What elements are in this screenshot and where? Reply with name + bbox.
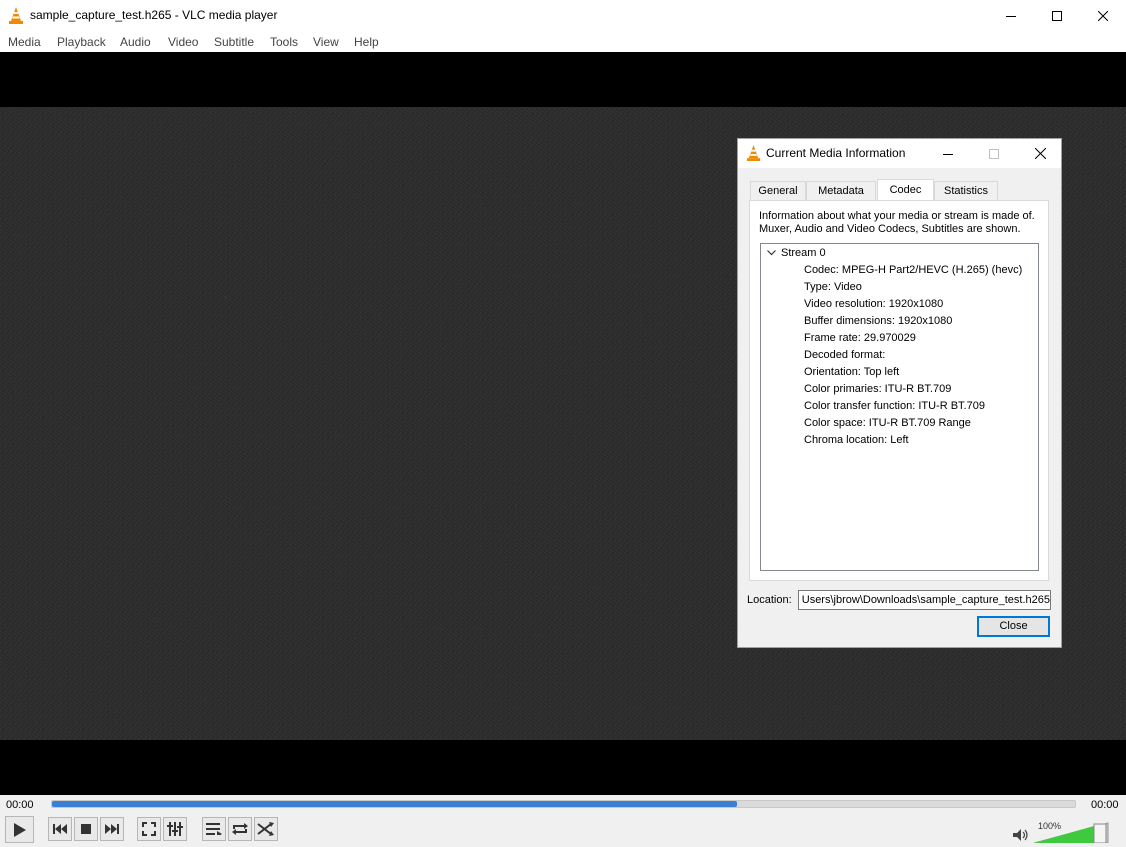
dialog-maximize-button bbox=[971, 139, 1017, 168]
seek-bar[interactable] bbox=[51, 800, 1076, 808]
previous-button[interactable] bbox=[48, 817, 72, 841]
tab-codec[interactable]: Codec bbox=[877, 179, 934, 201]
shuffle-icon bbox=[257, 822, 274, 836]
location-field[interactable]: Users\jbrow\Downloads\sample_capture_tes… bbox=[798, 590, 1051, 610]
extended-settings-button[interactable] bbox=[163, 817, 187, 841]
tab-metadata[interactable]: Metadata bbox=[806, 181, 876, 200]
tree-item-stream[interactable]: Stream 0 bbox=[767, 247, 826, 259]
tree-item-framerate[interactable]: Frame rate: 29.970029 bbox=[804, 332, 916, 344]
seek-progress bbox=[52, 801, 737, 807]
loop-icon bbox=[232, 823, 248, 835]
maximize-button[interactable] bbox=[1034, 0, 1080, 31]
dialog-title: Current Media Information bbox=[766, 146, 906, 160]
menu-audio[interactable]: Audio bbox=[120, 35, 151, 49]
tree-item-decoded-format[interactable]: Decoded format: bbox=[804, 349, 885, 361]
menu-tools[interactable]: Tools bbox=[270, 35, 298, 49]
playlist-button[interactable] bbox=[202, 817, 226, 841]
volume-level bbox=[1034, 826, 1094, 843]
vlc-cone-icon bbox=[9, 7, 23, 24]
total-time[interactable]: 00:00 bbox=[1091, 799, 1119, 811]
previous-icon bbox=[53, 824, 67, 834]
stop-button[interactable] bbox=[74, 817, 98, 841]
window-titlebar: sample_capture_test.h265 - VLC media pla… bbox=[0, 0, 1126, 31]
tree-item-color-space[interactable]: Color space: ITU-R BT.709 Range bbox=[804, 417, 971, 429]
tree-item-codec[interactable]: Codec: MPEG-H Part2/HEVC (H.265) (hevc) bbox=[804, 264, 1022, 276]
stop-icon bbox=[81, 824, 91, 834]
playlist-icon bbox=[206, 823, 222, 835]
location-label: Location: bbox=[747, 594, 792, 606]
stream-tree[interactable]: Stream 0 Codec: MPEG-H Part2/HEVC (H.265… bbox=[760, 243, 1039, 571]
menu-playback[interactable]: Playback bbox=[57, 35, 106, 49]
tree-item-orientation[interactable]: Orientation: Top left bbox=[804, 366, 899, 378]
dialog-minimize-button[interactable] bbox=[925, 139, 971, 168]
menu-subtitle[interactable]: Subtitle bbox=[214, 35, 254, 49]
shuffle-button[interactable] bbox=[254, 817, 278, 841]
codec-panel: Information about what your media or str… bbox=[749, 200, 1049, 581]
play-icon bbox=[13, 822, 26, 837]
tree-item-type[interactable]: Type: Video bbox=[804, 281, 862, 293]
loop-button[interactable] bbox=[228, 817, 252, 841]
elapsed-time[interactable]: 00:00 bbox=[6, 799, 34, 811]
maximize-icon bbox=[1052, 10, 1062, 21]
minimize-icon bbox=[1006, 15, 1016, 17]
tree-item-color-transfer[interactable]: Color transfer function: ITU-R BT.709 bbox=[804, 400, 985, 412]
vlc-cone-icon bbox=[746, 145, 761, 161]
speaker-icon[interactable] bbox=[1013, 829, 1029, 841]
tree-item-color-primaries[interactable]: Color primaries: ITU-R BT.709 bbox=[804, 383, 951, 395]
playback-controls: 00:00 00:00 100% bbox=[0, 795, 1126, 847]
volume-slider[interactable] bbox=[1034, 821, 1110, 843]
minimize-icon bbox=[943, 153, 953, 155]
extended-settings-icon bbox=[167, 822, 183, 836]
window-title: sample_capture_test.h265 - VLC media pla… bbox=[30, 8, 278, 22]
next-icon bbox=[105, 824, 119, 834]
close-button[interactable]: Close bbox=[977, 616, 1050, 637]
close-icon bbox=[1098, 10, 1108, 21]
tab-general[interactable]: General bbox=[750, 181, 806, 200]
dialog-titlebar: Current Media Information bbox=[738, 139, 1061, 168]
menu-bar: Media Playback Audio Video Subtitle Tool… bbox=[0, 31, 1126, 52]
stream-label: Stream 0 bbox=[781, 247, 826, 259]
menu-video[interactable]: Video bbox=[168, 35, 198, 49]
menu-view[interactable]: View bbox=[313, 35, 339, 49]
close-window-button[interactable] bbox=[1080, 0, 1126, 31]
next-button[interactable] bbox=[100, 817, 124, 841]
tree-item-chroma[interactable]: Chroma location: Left bbox=[804, 434, 909, 446]
tree-item-resolution[interactable]: Video resolution: 1920x1080 bbox=[804, 298, 943, 310]
maximize-icon bbox=[989, 148, 999, 159]
menu-media[interactable]: Media bbox=[8, 35, 41, 49]
chevron-down-icon[interactable] bbox=[767, 247, 781, 259]
dialog-close-button[interactable] bbox=[1017, 139, 1063, 168]
play-button[interactable] bbox=[5, 816, 34, 843]
media-info-dialog: Current Media Information General Metada… bbox=[737, 138, 1062, 648]
fullscreen-button[interactable] bbox=[137, 817, 161, 841]
fullscreen-icon bbox=[142, 822, 156, 836]
tab-statistics[interactable]: Statistics bbox=[934, 181, 998, 200]
menu-help[interactable]: Help bbox=[354, 35, 379, 49]
close-icon bbox=[1034, 148, 1046, 159]
minimize-button[interactable] bbox=[988, 0, 1034, 31]
codec-description: Information about what your media or str… bbox=[759, 210, 1035, 235]
tree-item-buffer[interactable]: Buffer dimensions: 1920x1080 bbox=[804, 315, 952, 327]
